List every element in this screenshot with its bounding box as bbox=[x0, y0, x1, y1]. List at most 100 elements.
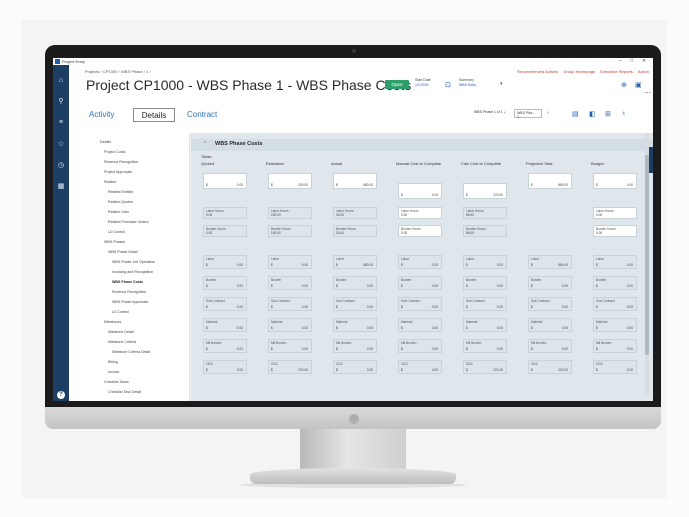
next-record-icon[interactable]: › bbox=[547, 110, 549, 116]
cost-field[interactable]: Mtl Burden $0.00 bbox=[203, 339, 247, 353]
cost-field[interactable]: Sub Contract $0.00 bbox=[333, 297, 377, 311]
total-field[interactable]: $880.00 bbox=[333, 173, 377, 189]
panel-icon[interactable]: ◧ bbox=[589, 110, 596, 118]
total-field[interactable]: $0.00 bbox=[203, 173, 247, 189]
more-icon[interactable]: ⋯ bbox=[644, 89, 651, 97]
cost-field[interactable]: Labor $880.00 bbox=[333, 255, 377, 269]
tree-item[interactable]: Related bbox=[104, 180, 116, 184]
hours-field[interactable]: Labor Hours 0.00 bbox=[203, 207, 247, 219]
save-icon[interactable]: ▣ bbox=[635, 81, 642, 89]
cost-field[interactable]: Material $0.00 bbox=[333, 318, 377, 332]
tab-contract[interactable]: Contract bbox=[187, 108, 217, 122]
tree-item[interactable]: Related Entities bbox=[108, 190, 133, 194]
cost-field[interactable]: Material $0.00 bbox=[463, 318, 507, 332]
hours-field[interactable]: Labor Hours 0.00 bbox=[593, 207, 637, 219]
minimize-icon[interactable]: – bbox=[619, 58, 622, 64]
cost-field[interactable]: Mtl Burden $0.00 bbox=[463, 339, 507, 353]
total-field[interactable]: $200.00 bbox=[268, 173, 312, 189]
header-link[interactable]: Group Homepage bbox=[563, 69, 595, 74]
cost-field[interactable]: Labor $0.00 bbox=[593, 255, 637, 269]
tree-item[interactable]: Revenue Recognition bbox=[112, 290, 146, 294]
document-icon[interactable]: ▤ bbox=[572, 110, 579, 118]
cost-field[interactable]: Sub Contract $0.00 bbox=[398, 297, 442, 311]
cost-field[interactable]: Labor $0.00 bbox=[398, 255, 442, 269]
hours-field[interactable]: Burden Hours 0.00 bbox=[203, 225, 247, 237]
close-icon[interactable]: ✕ bbox=[642, 58, 646, 64]
tree-item[interactable]: WBS Phase Approvals bbox=[112, 300, 148, 304]
tree-item[interactable]: WBS Phases bbox=[104, 240, 125, 244]
calendar-icon[interactable]: ⊡ bbox=[445, 81, 451, 89]
tree-item[interactable]: UJ Control bbox=[108, 230, 125, 234]
tree-item[interactable]: Billing bbox=[108, 360, 118, 364]
cost-field[interactable]: Burden $0.00 bbox=[593, 276, 637, 290]
cost-field[interactable]: Burden $0.00 bbox=[268, 276, 312, 290]
tree-item[interactable]: Checklist Task Detail bbox=[108, 390, 141, 394]
hours-field[interactable]: Labor Hours 34.00 bbox=[333, 207, 377, 219]
cost-field[interactable]: Burden $0.00 bbox=[333, 276, 377, 290]
cost-field[interactable]: Mtl Burden $0.00 bbox=[528, 339, 572, 353]
notification-icon[interactable]: ♁ bbox=[621, 110, 626, 117]
record-select[interactable]: WBS Pha... 1 bbox=[514, 109, 542, 119]
cost-field[interactable]: ODC $0.00 bbox=[398, 360, 442, 374]
home-icon[interactable]: ⌂ bbox=[57, 77, 65, 85]
hours-field[interactable]: Burden Hours 0.00 bbox=[593, 225, 637, 237]
hours-field[interactable]: Burden Hours 100.00 bbox=[268, 225, 312, 237]
tree-item[interactable]: Invoice bbox=[108, 370, 119, 374]
scrollbar-thumb[interactable] bbox=[645, 155, 649, 355]
cost-field[interactable]: Material $0.00 bbox=[528, 318, 572, 332]
hours-field[interactable]: Labor Hours 100.00 bbox=[268, 207, 312, 219]
collapse-icon[interactable]: ⌃ bbox=[203, 141, 207, 147]
cost-field[interactable]: Material $0.00 bbox=[203, 318, 247, 332]
tree-item[interactable]: WBS Phase Job Operation bbox=[112, 260, 155, 264]
menu-icon[interactable]: ≡ bbox=[57, 119, 65, 127]
total-field[interactable]: $220.00 bbox=[463, 183, 507, 199]
cost-field[interactable]: ODC $0.00 bbox=[333, 360, 377, 374]
tree-item[interactable]: Milestone Criteria bbox=[108, 340, 136, 344]
cost-field[interactable]: Material $0.00 bbox=[398, 318, 442, 332]
cost-field[interactable]: Labor $0.00 bbox=[463, 255, 507, 269]
cost-field[interactable]: Sub Contract $0.00 bbox=[268, 297, 312, 311]
tree-item[interactable]: Project Approvals bbox=[104, 170, 132, 174]
hours-field[interactable]: Burden Hours 0.00 bbox=[398, 225, 442, 237]
total-field[interactable]: $0.00 bbox=[398, 183, 442, 199]
tab-activity[interactable]: Activity bbox=[89, 108, 114, 122]
cost-field[interactable]: ODC $220.00 bbox=[268, 360, 312, 374]
panel-header[interactable]: ⌃ WBS Phase Costs bbox=[191, 139, 653, 151]
cost-field[interactable]: ODC $0.00 bbox=[593, 360, 637, 374]
tree-item[interactable]: Checklist Tasks bbox=[104, 380, 129, 384]
tree-item[interactable]: Invoicing and Recognition bbox=[112, 270, 153, 274]
tree-icon[interactable]: ⊞ bbox=[605, 110, 611, 118]
maximize-icon[interactable]: □ bbox=[630, 58, 633, 64]
cost-field[interactable]: Labor $0.00 bbox=[203, 255, 247, 269]
cost-field[interactable]: Labor $0.00 bbox=[268, 255, 312, 269]
tree-item[interactable]: Milestone Criteria Detail bbox=[112, 350, 150, 354]
hours-field[interactable]: Burden Hours 33.00 bbox=[333, 225, 377, 237]
cost-field[interactable]: Material $0.00 bbox=[268, 318, 312, 332]
cost-field[interactable]: ODC $220.00 bbox=[528, 360, 572, 374]
cost-field[interactable]: Burden $0.00 bbox=[398, 276, 442, 290]
tree-item[interactable]: Revenue Recognition bbox=[104, 160, 138, 164]
summary-value[interactable]: WBS Entry bbox=[459, 83, 476, 88]
cost-field[interactable]: Burden $0.00 bbox=[463, 276, 507, 290]
help-icon[interactable]: ? bbox=[57, 391, 65, 399]
cost-field[interactable]: ODC $0.00 bbox=[203, 360, 247, 374]
tree-item[interactable]: Details bbox=[100, 140, 111, 144]
cost-field[interactable]: Mtl Burden $0.00 bbox=[593, 339, 637, 353]
header-link[interactable]: Recommended Actions bbox=[517, 69, 558, 74]
cost-field[interactable]: Sub Contract $0.00 bbox=[203, 297, 247, 311]
tree-item[interactable]: Related Jobs bbox=[108, 210, 129, 214]
cost-field[interactable]: Burden $0.00 bbox=[203, 276, 247, 290]
cost-field[interactable]: Sub Contract $0.00 bbox=[528, 297, 572, 311]
apps-icon[interactable]: ▦ bbox=[57, 183, 65, 191]
header-link[interactable]: Executive Reports bbox=[600, 69, 632, 74]
hours-field[interactable]: Labor Hours 56.00 bbox=[463, 207, 507, 219]
cost-field[interactable]: Material $0.00 bbox=[593, 318, 637, 332]
search-icon[interactable]: ⚲ bbox=[57, 98, 65, 106]
cost-field[interactable]: Labor $880.00 bbox=[528, 255, 572, 269]
tree-item[interactable]: WBS Phase Costs bbox=[112, 280, 143, 284]
tree-item[interactable]: Related Quotes bbox=[108, 200, 133, 204]
breadcrumb[interactable]: Projects › CP1000 › WBS Phase › 1 › bbox=[85, 69, 151, 74]
side-panel-tab[interactable] bbox=[649, 147, 653, 173]
tree-item[interactable]: WBS Phase Detail bbox=[108, 250, 138, 254]
history-icon[interactable]: ◷ bbox=[57, 162, 65, 170]
